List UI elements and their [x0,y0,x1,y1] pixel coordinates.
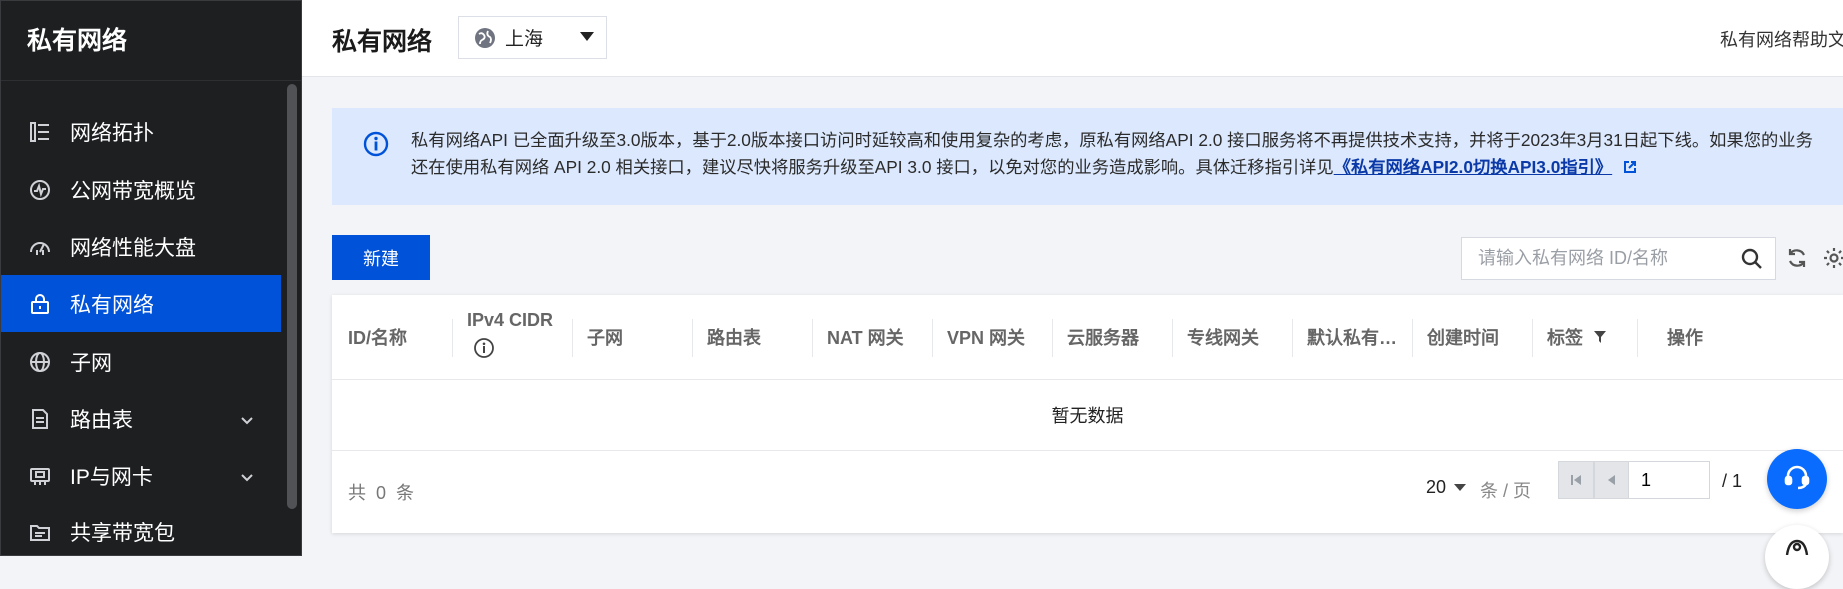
total-prefix: 共 [348,483,366,503]
column-divider [1637,319,1638,357]
headset-icon [1782,462,1812,497]
sidebar-item-ip-nic[interactable]: IP与网卡 [1,447,281,504]
column-header-cvm: 云服务器 [1067,328,1139,348]
chevron-down-icon [239,410,255,434]
caret-down-icon [580,32,594,41]
page-number-input[interactable] [1628,461,1710,499]
column-divider [1172,319,1173,357]
tool-icon [1783,535,1811,560]
filter-icon[interactable] [1593,330,1607,344]
sidebar-scrollbar[interactable] [287,84,297,509]
sidebar: 私有网络 网络拓扑 公网带宽概览 网络性能大盘 私有网络 子网 路由表 IP与网… [0,0,302,556]
chevron-down-icon [239,467,255,491]
route-table-icon [26,405,54,433]
sidebar-item-label: 子网 [70,351,112,375]
globe-icon [26,348,54,376]
column-label: 标签 [1547,328,1583,348]
sidebar-item-label: IP与网卡 [70,465,153,489]
sidebar-item-label: 网络性能大盘 [70,236,196,260]
floating-tool-button[interactable] [1765,525,1829,589]
total-pages: / 1 [1722,471,1743,491]
bandwidth-icon [26,176,54,204]
column-divider [1292,319,1293,357]
sidebar-item-label: 共享带宽包 [70,521,175,545]
help-link[interactable]: 私有网络帮助文 [1720,26,1843,52]
sidebar-item-route-table[interactable]: 路由表 [1,390,281,447]
column-divider [452,319,453,357]
page-title: 私有网络 [332,28,433,56]
column-header-tags[interactable]: 标签 [1547,295,1607,379]
column-header-subnet: 子网 [587,328,623,348]
column-header-default-private: 默认私有… [1307,328,1397,348]
sidebar-item-label: 网络拓扑 [70,121,154,145]
info-icon [362,130,390,158]
sidebar-title: 私有网络 [27,27,128,55]
column-divider [1412,319,1413,357]
prev-page-button[interactable] [1594,461,1630,499]
column-header-route-table: 路由表 [707,328,761,348]
empty-state-text: 暂无数据 [332,380,1843,451]
sidebar-divider [1,80,301,81]
column-divider [1052,319,1053,357]
search-icon[interactable] [1741,248,1763,275]
page-header: 私有网络 上海 私有网络帮助文 [302,0,1843,77]
new-vpc-button[interactable]: 新建 [332,235,430,280]
topology-icon [26,118,54,146]
vpc-lock-icon [26,290,54,318]
notice-text: 私有网络API 已全面升级至3.0版本，基于2.0版本接口访问时延较高和使用复杂… [411,127,1821,183]
column-divider [572,319,573,357]
sidebar-item-performance[interactable]: 网络性能大盘 [1,218,281,275]
vpc-table: ID/名称 IPv4 CIDR 子网 路由表 NAT 网关 VPN 网关 云服务… [332,295,1843,533]
sidebar-item-shared-bandwidth[interactable]: 共享带宽包 [1,503,281,560]
globe-icon [473,26,497,50]
ip-nic-icon [26,462,54,490]
info-icon[interactable] [473,337,495,364]
page-size-select[interactable]: 20 [1426,477,1467,498]
column-header-created-time: 创建时间 [1427,328,1499,348]
column-divider [812,319,813,357]
column-header-actions: 操作 [1667,328,1703,348]
sidebar-item-vpc[interactable]: 私有网络 [1,275,281,332]
customer-support-button[interactable] [1767,449,1827,509]
column-header-nat-gateway: NAT 网关 [827,328,904,348]
total-suffix: 条 [396,483,415,503]
per-page-label: 条 / 页 [1480,481,1532,501]
sidebar-item-topology[interactable]: 网络拓扑 [1,103,281,160]
column-header-vpn-gateway: VPN 网关 [947,328,1026,348]
sidebar-item-subnet[interactable]: 子网 [1,333,281,390]
first-page-button[interactable] [1558,461,1594,499]
sidebar-item-label: 私有网络 [70,293,154,317]
search-box [1461,237,1776,280]
notice-banner: 私有网络API 已全面升级至3.0版本，基于2.0版本接口访问时延较高和使用复杂… [332,108,1843,205]
column-header-direct-connect-gateway: 专线网关 [1187,328,1259,348]
column-label: IPv4 CIDR [467,310,554,330]
sidebar-item-bandwidth-overview[interactable]: 公网带宽概览 [1,161,281,218]
sidebar-item-label: 路由表 [70,408,133,432]
total-value: 0 [376,483,387,503]
total-count: 共 0 条 [348,479,414,505]
sidebar-item-label: 公网带宽概览 [70,179,196,203]
external-link-icon[interactable] [1622,156,1638,183]
shared-bandwidth-icon [26,518,54,546]
migration-guide-link[interactable]: 《私有网络API2.0切换API3.0指引》 [1334,157,1612,177]
column-divider [932,319,933,357]
performance-icon [26,233,54,261]
search-input[interactable] [1476,247,1730,270]
caret-down-icon [1454,484,1467,491]
pagination-bar: 共 0 条 20 条 / 页 / 1 [332,451,1843,533]
refresh-icon[interactable] [1785,246,1809,275]
gear-icon[interactable] [1822,246,1843,275]
table-header: ID/名称 IPv4 CIDR 子网 路由表 NAT 网关 VPN 网关 云服务… [332,295,1843,380]
page-size-value: 20 [1426,477,1447,497]
column-header-ipv4-cidr: IPv4 CIDR [467,295,553,379]
column-header-id-name: ID/名称 [348,328,408,348]
column-divider [1532,319,1533,357]
region-select[interactable]: 上海 [458,16,607,59]
column-divider [692,319,693,357]
region-value: 上海 [505,29,544,50]
